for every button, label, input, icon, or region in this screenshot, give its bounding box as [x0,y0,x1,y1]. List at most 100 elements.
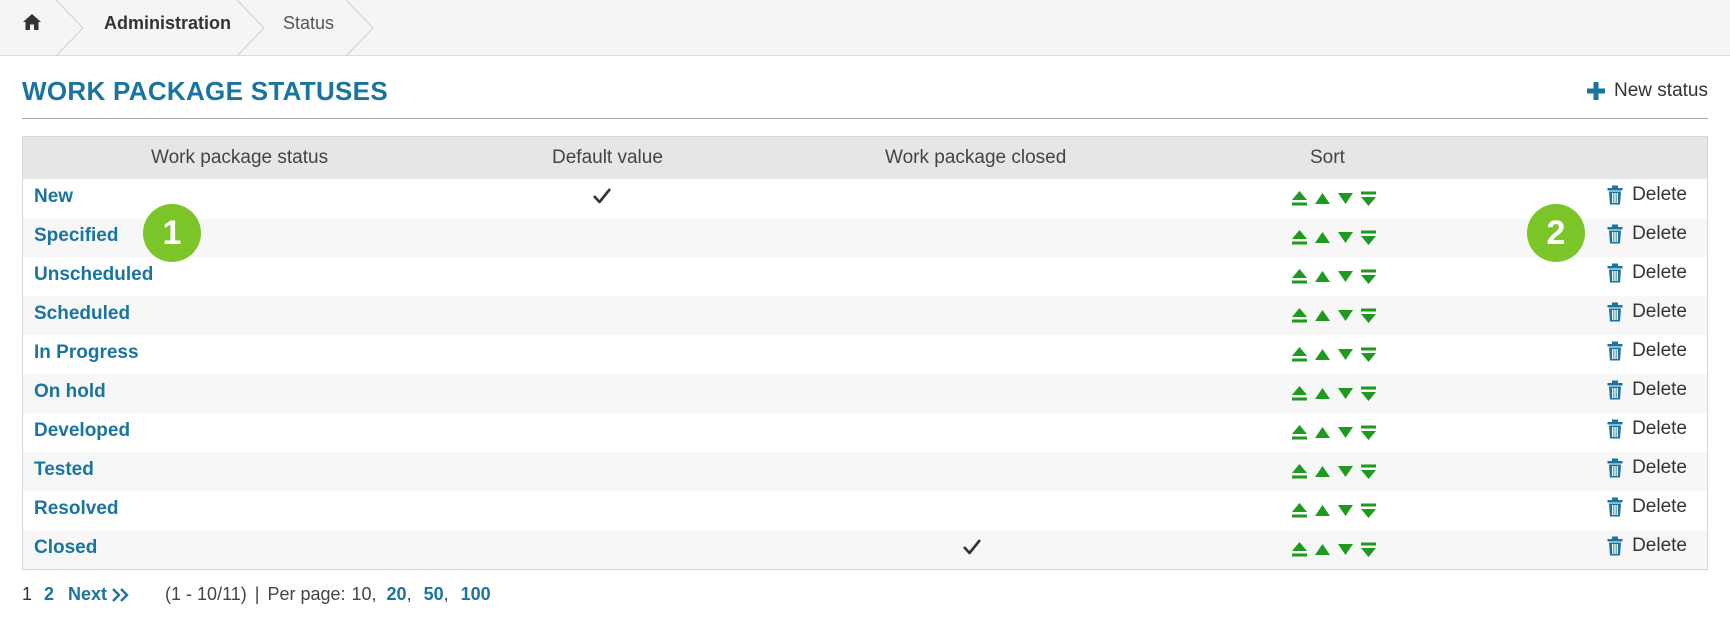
trash-icon [1607,497,1623,517]
move-to-top-icon[interactable] [1291,463,1308,480]
delete-button[interactable]: Delete [1607,301,1687,323]
move-to-bottom-icon[interactable] [1360,307,1377,324]
move-down-icon[interactable] [1337,268,1354,285]
status-name-link[interactable]: Resolved [34,498,118,520]
delete-label: Delete [1632,418,1687,439]
move-down-icon[interactable] [1337,307,1354,324]
per-page-50[interactable]: 50 [424,584,444,605]
delete-button[interactable]: Delete [1607,418,1687,440]
status-name-link[interactable]: Developed [34,420,130,442]
status-name-link[interactable]: On hold [34,381,106,403]
status-name-link[interactable]: Tested [34,459,94,481]
home-icon[interactable] [22,12,42,32]
table-row: Scheduled Delete [23,296,1707,335]
breadcrumb-separator [56,0,84,56]
move-down-icon[interactable] [1337,463,1354,480]
move-up-icon[interactable] [1314,307,1331,324]
move-to-bottom-icon[interactable] [1360,463,1377,480]
move-down-icon[interactable] [1337,385,1354,402]
per-page-20[interactable]: 20 [387,584,407,605]
move-down-icon[interactable] [1337,346,1354,363]
closed-check-icon [963,539,982,555]
move-to-bottom-icon[interactable] [1360,385,1377,402]
move-up-icon[interactable] [1314,346,1331,363]
move-up-icon[interactable] [1314,268,1331,285]
status-name-link[interactable]: In Progress [34,342,139,364]
move-to-bottom-icon[interactable] [1360,541,1377,558]
move-to-top-icon[interactable] [1291,268,1308,285]
per-page-100[interactable]: 100 [461,584,491,605]
trash-icon [1607,185,1623,205]
move-to-bottom-icon[interactable] [1360,190,1377,207]
table-row: Specified Delete [23,218,1707,257]
pagination-page-2[interactable]: 2 [44,584,54,605]
sort-controls [1291,424,1377,441]
delete-button[interactable]: Delete [1607,184,1687,206]
move-to-bottom-icon[interactable] [1360,502,1377,519]
sort-controls [1291,268,1377,285]
sort-controls [1291,190,1377,207]
trash-icon [1607,458,1623,478]
move-to-top-icon[interactable] [1291,190,1308,207]
table-row: New Delete [23,179,1707,218]
move-down-icon[interactable] [1337,502,1354,519]
status-name-link[interactable]: Specified [34,225,118,247]
move-to-top-icon[interactable] [1291,385,1308,402]
trash-icon [1607,302,1623,322]
move-up-icon[interactable] [1314,190,1331,207]
sort-controls [1291,502,1377,519]
delete-button[interactable]: Delete [1607,379,1687,401]
move-to-top-icon[interactable] [1291,346,1308,363]
move-to-top-icon[interactable] [1291,229,1308,246]
status-name-link[interactable]: Closed [34,537,97,559]
column-header-default[interactable]: Default value [552,147,663,169]
move-to-bottom-icon[interactable] [1360,424,1377,441]
delete-button[interactable]: Delete [1607,340,1687,362]
move-up-icon[interactable] [1314,385,1331,402]
new-status-label: New status [1614,80,1708,101]
breadcrumb-item-administration[interactable]: Administration [104,13,231,34]
move-up-icon[interactable] [1314,229,1331,246]
move-down-icon[interactable] [1337,541,1354,558]
move-to-top-icon[interactable] [1291,502,1308,519]
move-to-top-icon[interactable] [1291,541,1308,558]
table-row: Developed Delete [23,413,1707,452]
badge-2: 2 [1527,204,1585,262]
move-to-top-icon[interactable] [1291,424,1308,441]
title-divider [22,118,1708,119]
column-header-status[interactable]: Work package status [151,147,328,169]
delete-button[interactable]: Delete [1607,535,1687,557]
move-to-bottom-icon[interactable] [1360,268,1377,285]
move-up-icon[interactable] [1314,502,1331,519]
move-up-icon[interactable] [1314,463,1331,480]
status-name-link[interactable]: New [34,186,73,208]
pagination-next-link[interactable]: Next [68,584,131,605]
table-body: New Delete Specified Delete Unscheduled Delet… [23,179,1707,569]
delete-button[interactable]: Delete [1607,223,1687,245]
move-to-bottom-icon[interactable] [1360,346,1377,363]
new-status-button[interactable]: New status [1586,80,1708,102]
trash-icon [1607,536,1623,556]
breadcrumb-separator [346,0,374,56]
column-header-closed[interactable]: Work package closed [885,147,1066,169]
delete-label: Delete [1632,223,1687,244]
delete-button[interactable]: Delete [1607,457,1687,479]
column-header-sort[interactable]: Sort [1310,147,1345,169]
status-name-link[interactable]: Unscheduled [34,264,153,286]
move-up-icon[interactable] [1314,541,1331,558]
plus-icon [1587,82,1606,100]
move-down-icon[interactable] [1337,424,1354,441]
move-up-icon[interactable] [1314,424,1331,441]
move-down-icon[interactable] [1337,229,1354,246]
delete-button[interactable]: Delete [1607,496,1687,518]
delete-label: Delete [1632,340,1687,361]
delete-button[interactable]: Delete [1607,262,1687,284]
move-to-top-icon[interactable] [1291,307,1308,324]
delete-label: Delete [1632,457,1687,478]
move-to-bottom-icon[interactable] [1360,229,1377,246]
move-down-icon[interactable] [1337,190,1354,207]
status-name-link[interactable]: Scheduled [34,303,130,325]
pagination-current-page: 1 [22,584,33,604]
breadcrumb-item-status[interactable]: Status [283,13,334,34]
delete-label: Delete [1632,379,1687,400]
